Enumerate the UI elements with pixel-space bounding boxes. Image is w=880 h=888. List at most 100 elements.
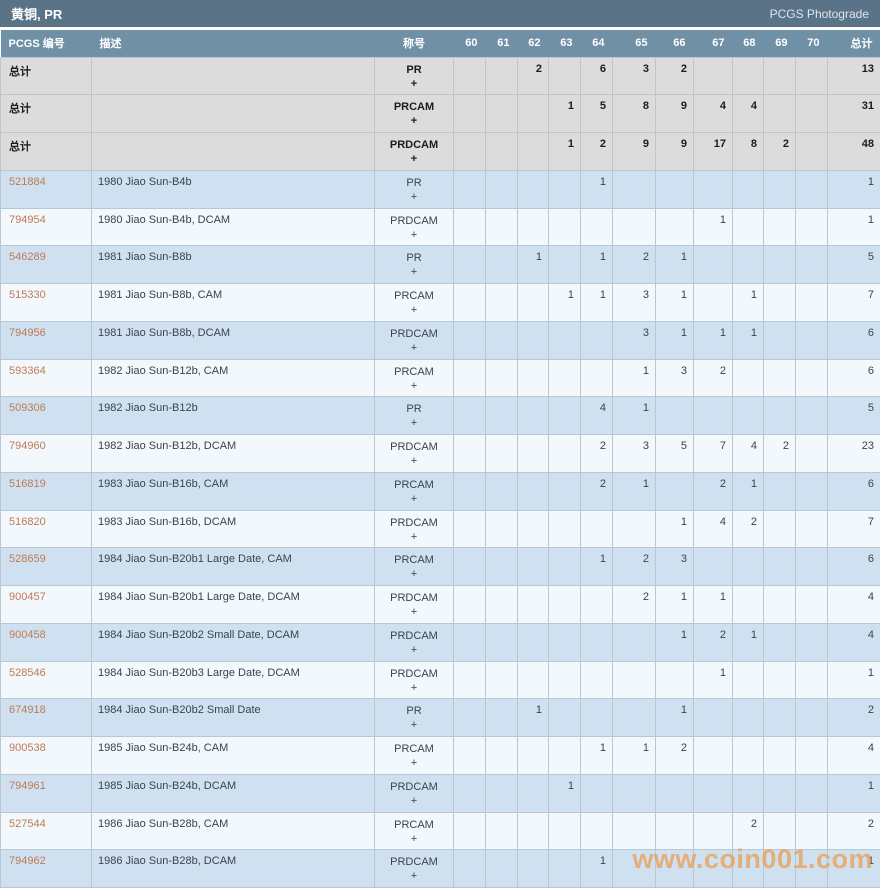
- designation-plus: +: [410, 643, 418, 656]
- grade-count-cell: 2: [763, 434, 796, 473]
- grade-count-cell: 2: [732, 811, 764, 851]
- designation-label: PRCAM: [394, 743, 434, 755]
- col-header-grade-65: 65: [635, 37, 648, 50]
- grade-count-cell: [580, 509, 613, 549]
- pcgs-number-link[interactable]: 546289: [9, 251, 46, 263]
- designation-label: PR: [406, 252, 422, 265]
- grade-count-cell: 6: [580, 56, 613, 96]
- coin-description: [91, 132, 375, 171]
- grade-count-cell: 5: [655, 434, 694, 473]
- coin-description: 1982 Jiao Sun-B12b: [91, 396, 375, 435]
- grade-count-cell: [693, 773, 733, 813]
- pcgs-number-link[interactable]: 528546: [9, 667, 46, 679]
- grade-count-cell: [763, 622, 796, 662]
- designation-plus: +: [410, 379, 418, 392]
- grade-count-cell: [548, 660, 581, 700]
- grade-count-cell: [485, 471, 518, 511]
- pcgs-number-link[interactable]: 794954: [9, 214, 46, 226]
- designation-label: PRCAM: [394, 818, 434, 831]
- grade-count-cell: [548, 207, 581, 247]
- pcgs-number-cell: 516820: [0, 509, 92, 549]
- grade-count-cell: [732, 698, 764, 737]
- grade-count-cell: [517, 396, 549, 435]
- grade-count-cell: 1: [655, 320, 694, 360]
- table-row: 515330 1981 Jiao Sun-B8b, CAM PRCAM +1 1 3 1 1 7: [0, 283, 880, 322]
- grade-count-cell: [612, 698, 656, 737]
- grade-count-cell: [548, 736, 581, 775]
- grade-count-cell: [612, 622, 656, 662]
- grade-count-cell: [517, 169, 549, 209]
- grade-count-cell: 1: [612, 736, 656, 775]
- pcgs-number-link[interactable]: 516819: [9, 478, 46, 490]
- row-total-cell: 2: [827, 698, 880, 737]
- col-header-grade-70: 70: [807, 37, 820, 50]
- designation-plus: +: [410, 757, 418, 769]
- grade-count-cell: [548, 320, 581, 360]
- grade-count-cell: 2: [580, 434, 613, 473]
- grade-count-cell: 1: [548, 94, 581, 133]
- pcgs-number-link[interactable]: 794962: [9, 855, 46, 867]
- designation-plus: +: [410, 681, 418, 694]
- pcgs-number-link[interactable]: 515330: [9, 289, 46, 301]
- grade-count-cell: [517, 811, 549, 851]
- row-total-cell: 2: [827, 811, 880, 851]
- designation-plus: +: [410, 304, 418, 316]
- grade-count-cell: 1: [732, 283, 764, 322]
- grade-count-cell: [612, 849, 656, 888]
- pcgs-number-cell: 528546: [0, 660, 92, 700]
- pcgs-number-link[interactable]: 527544: [9, 818, 46, 830]
- total-row-label: 总计: [0, 132, 92, 171]
- grade-count-cell: 5: [580, 94, 613, 133]
- designation-cell: PRDCAM +: [374, 509, 454, 549]
- coin-description: 1984 Jiao Sun-B20b1 Large Date, CAM: [91, 547, 375, 586]
- coin-description: [91, 94, 375, 133]
- grade-count-cell: [517, 207, 549, 247]
- coin-description: 1984 Jiao Sun-B20b2 Small Date: [91, 698, 375, 737]
- designation-plus: +: [410, 530, 418, 543]
- grade-count-cell: [763, 585, 796, 624]
- table-row: 516819 1983 Jiao Sun-B16b, CAM PRCAM +2 1 2 1 6: [0, 471, 880, 511]
- pcgs-number-link[interactable]: 794956: [9, 327, 46, 339]
- coin-description: 1985 Jiao Sun-B24b, DCAM: [91, 773, 375, 813]
- grade-count-cell: [732, 849, 764, 888]
- grade-count-cell: [795, 132, 828, 171]
- pcgs-number-cell: 674918: [0, 698, 92, 737]
- pcgs-number-link[interactable]: 900538: [9, 742, 46, 754]
- col-header-grade-61: 61: [497, 37, 510, 50]
- grade-count-cell: 4: [732, 94, 764, 133]
- grade-count-cell: [453, 585, 486, 624]
- grade-count-cell: [517, 660, 549, 700]
- table-row: 528546 1984 Jiao Sun-B20b3 Large Date, DC…: [0, 660, 880, 700]
- pcgs-number-cell: 528659: [0, 547, 92, 586]
- grade-count-cell: [763, 56, 796, 96]
- pcgs-number-link[interactable]: 528659: [9, 553, 46, 565]
- pcgs-number-link[interactable]: 593364: [9, 365, 46, 377]
- grade-count-cell: [763, 698, 796, 737]
- pcgs-number-link[interactable]: 900457: [9, 591, 46, 603]
- grade-count-cell: 1: [655, 245, 694, 284]
- row-total-cell: 48: [827, 132, 880, 171]
- pcgs-number-link[interactable]: 516820: [9, 516, 46, 528]
- grade-count-cell: [763, 471, 796, 511]
- pcgs-number-link[interactable]: 794961: [9, 780, 46, 792]
- grade-count-cell: [485, 207, 518, 247]
- grade-count-cell: [693, 849, 733, 888]
- pcgs-number-link[interactable]: 794960: [9, 440, 46, 452]
- section-title-bar: 黄铜, PR PCGS Photograde: [0, 0, 880, 27]
- grade-count-cell: 1: [732, 471, 764, 511]
- pcgs-number-link[interactable]: 521884: [9, 176, 46, 188]
- grade-count-cell: 1: [612, 471, 656, 511]
- pcgs-number-link[interactable]: 509306: [9, 402, 46, 414]
- pcgs-number-link[interactable]: 674918: [9, 704, 46, 716]
- grade-count-cell: 1: [580, 169, 613, 209]
- grade-count-cell: 1: [580, 849, 613, 888]
- grade-count-cell: [693, 698, 733, 737]
- grade-count-cell: 2: [763, 132, 796, 171]
- pcgs-number-link[interactable]: 900458: [9, 629, 46, 641]
- grade-count-cell: [763, 509, 796, 549]
- designation-plus: +: [410, 153, 418, 165]
- grade-count-cell: [580, 698, 613, 737]
- grade-count-cell: [763, 811, 796, 851]
- grade-count-cell: [453, 396, 486, 435]
- grade-count-cell: [693, 547, 733, 586]
